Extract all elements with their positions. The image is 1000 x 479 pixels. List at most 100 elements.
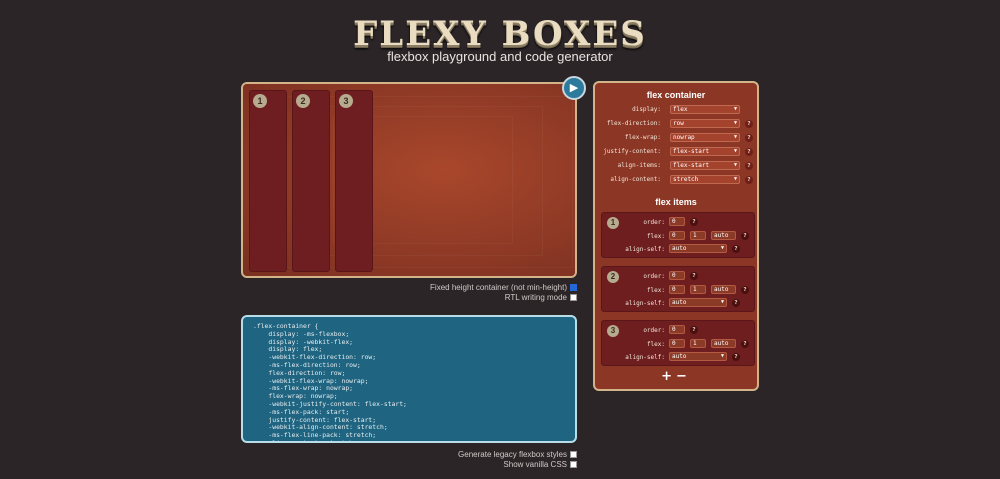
flex-items-heading: flex items xyxy=(655,197,697,207)
remove-item-button[interactable]: − xyxy=(676,369,691,384)
align-self-select[interactable]: auto ▼ xyxy=(669,352,727,361)
rtl-checkbox[interactable] xyxy=(570,294,577,301)
justify-content-select[interactable]: flex-start ▼ xyxy=(670,147,740,156)
add-item-button[interactable]: + xyxy=(661,369,676,384)
order-label: order: xyxy=(643,327,665,334)
prop-flex-direction-row: flex-direction: row ▼ ? xyxy=(595,119,757,129)
order-input[interactable]: 0 xyxy=(669,271,685,280)
prop-display-row: display: flex ▼ xyxy=(595,105,757,115)
rtl-label: RTL writing mode xyxy=(504,293,567,302)
help-icon[interactable]: ? xyxy=(690,218,698,226)
chevron-down-icon: ▼ xyxy=(733,120,737,126)
flex-label: flex: xyxy=(646,233,665,240)
flex-shrink-input[interactable]: 1 xyxy=(690,339,706,348)
item-controls: +− xyxy=(595,369,757,384)
chevron-down-icon: ▼ xyxy=(733,176,737,182)
align-self-select[interactable]: auto ▼ xyxy=(669,298,727,307)
align-self-select[interactable]: auto ▼ xyxy=(669,244,727,253)
flex-grow-input[interactable]: 0 xyxy=(669,231,685,240)
help-icon[interactable]: ? xyxy=(741,232,749,240)
prop-label: display: xyxy=(632,106,661,113)
flex-grow-input[interactable]: 0 xyxy=(669,285,685,294)
chevron-down-icon: ▼ xyxy=(720,353,724,359)
display-select[interactable]: flex ▼ xyxy=(670,105,740,114)
fixed-height-label: Fixed height container (not min-height) xyxy=(430,283,567,292)
help-icon[interactable]: ? xyxy=(745,176,753,184)
legacy-option[interactable]: Generate legacy flexbox styles xyxy=(458,450,577,459)
prop-label: justify-content: xyxy=(603,148,661,155)
play-arrow-icon[interactable]: ▶ xyxy=(562,76,586,100)
flex-item-1[interactable]: 1 xyxy=(249,90,287,272)
flex-item-2[interactable]: 2 xyxy=(292,90,330,272)
flex-label: flex: xyxy=(646,287,665,294)
order-label: order: xyxy=(643,273,665,280)
chevron-down-icon: ▼ xyxy=(720,299,724,305)
prop-align-content-row: align-content: stretch ▼ ? xyxy=(595,175,757,185)
item-number-badge: 1 xyxy=(607,217,619,229)
help-icon[interactable]: ? xyxy=(745,148,753,156)
flex-item-3[interactable]: 3 xyxy=(335,90,373,272)
help-icon[interactable]: ? xyxy=(732,353,740,361)
chevron-down-icon: ▼ xyxy=(720,245,724,251)
help-icon[interactable]: ? xyxy=(741,340,749,348)
help-icon[interactable]: ? xyxy=(690,326,698,334)
app-logo: FLEXY BOXES xyxy=(353,14,647,54)
flex-basis-input[interactable]: auto xyxy=(711,231,736,240)
flex-playground[interactable]: 1 2 3 xyxy=(241,82,577,278)
prop-label: align-content: xyxy=(610,176,661,183)
align-self-label: align-self: xyxy=(625,300,665,307)
align-self-label: align-self: xyxy=(625,246,665,253)
rtl-option[interactable]: RTL writing mode xyxy=(505,293,577,302)
prop-flex-wrap-row: flex-wrap: nowrap ▼ ? xyxy=(595,133,757,143)
item-number-badge: 3 xyxy=(607,325,619,337)
help-icon[interactable]: ? xyxy=(732,245,740,253)
flex-wrap-select[interactable]: nowrap ▼ xyxy=(670,133,740,142)
help-icon[interactable]: ? xyxy=(741,286,749,294)
help-icon[interactable]: ? xyxy=(745,134,753,142)
flex-shrink-input[interactable]: 1 xyxy=(690,285,706,294)
help-icon[interactable]: ? xyxy=(745,120,753,128)
vanilla-label: Show vanilla CSS xyxy=(503,460,567,469)
code-output[interactable]: .flex-container { display: -ms-flexbox; … xyxy=(241,315,577,443)
order-label: order: xyxy=(643,219,665,226)
flex-basis-input[interactable]: auto xyxy=(711,285,736,294)
chevron-down-icon: ▼ xyxy=(733,134,737,140)
item-number-badge: 3 xyxy=(339,94,353,108)
flex-item-settings-2: 2 order: 0 ? flex: 0 1 auto ? align-self… xyxy=(601,266,755,312)
prop-label: align-items: xyxy=(617,162,661,169)
settings-panel: flex container display: flex ▼ flex-direc… xyxy=(593,81,759,391)
help-icon[interactable]: ? xyxy=(732,299,740,307)
order-input[interactable]: 0 xyxy=(669,217,685,226)
chevron-down-icon: ▼ xyxy=(733,162,737,168)
fixed-height-option[interactable]: Fixed height container (not min-height) xyxy=(430,283,577,292)
app-subtitle: flexbox playground and code generator xyxy=(387,49,613,64)
prop-align-items-row: align-items: flex-start ▼ ? xyxy=(595,161,757,171)
align-items-select[interactable]: flex-start ▼ xyxy=(670,161,740,170)
item-number-badge: 1 xyxy=(253,94,267,108)
flex-shrink-input[interactable]: 1 xyxy=(690,231,706,240)
item-number-badge: 2 xyxy=(296,94,310,108)
help-icon[interactable]: ? xyxy=(745,162,753,170)
flex-grow-input[interactable]: 0 xyxy=(669,339,685,348)
flex-label: flex: xyxy=(646,341,665,348)
legacy-label: Generate legacy flexbox styles xyxy=(458,450,567,459)
prop-label: flex-direction: xyxy=(606,120,661,127)
item-number-badge: 2 xyxy=(607,271,619,283)
prop-justify-content-row: justify-content: flex-start ▼ ? xyxy=(595,147,757,157)
help-icon[interactable]: ? xyxy=(690,272,698,280)
flex-item-settings-3: 3 order: 0 ? flex: 0 1 auto ? align-self… xyxy=(601,320,755,366)
chevron-down-icon: ▼ xyxy=(733,148,737,154)
vanilla-option[interactable]: Show vanilla CSS xyxy=(503,460,577,469)
flex-container-heading: flex container xyxy=(646,90,706,100)
legacy-checkbox[interactable] xyxy=(570,451,577,458)
flex-item-settings-1: 1 order: 0 ? flex: 0 1 auto ? align-self… xyxy=(601,212,755,258)
flex-basis-input[interactable]: auto xyxy=(711,339,736,348)
flex-direction-select[interactable]: row ▼ xyxy=(670,119,740,128)
prop-label: flex-wrap: xyxy=(624,134,661,141)
order-input[interactable]: 0 xyxy=(669,325,685,334)
chevron-down-icon: ▼ xyxy=(733,106,737,112)
vanilla-checkbox[interactable] xyxy=(570,461,577,468)
align-self-label: align-self: xyxy=(625,354,665,361)
align-content-select[interactable]: stretch ▼ xyxy=(670,175,740,184)
fixed-height-checkbox[interactable] xyxy=(570,284,577,291)
